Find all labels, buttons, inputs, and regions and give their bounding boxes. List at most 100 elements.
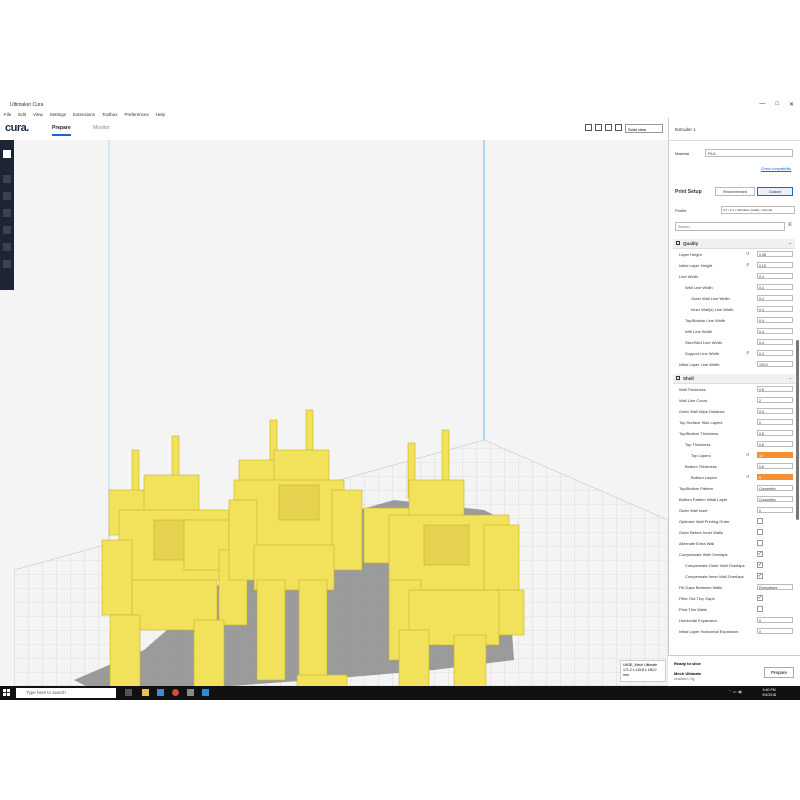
setting-value-field[interactable]: 0.8 <box>757 430 793 436</box>
profile-select[interactable]: 0.1 • 0.1 • Ultimaker Quality • Normal <box>721 206 795 214</box>
settings-scrollbar[interactable] <box>796 340 799 520</box>
setting-value-field[interactable]: 0.4 <box>757 306 793 312</box>
menu-toolbox[interactable]: Toolbox <box>102 112 118 117</box>
setting-label: Print Thin Walls <box>679 607 707 612</box>
setting-row: Initial Layer Horizontal Expansion 0 <box>669 627 795 636</box>
setting-value-field[interactable]: 0 <box>757 617 793 623</box>
setting-row: Fill Gaps Between Walls Everywhere <box>669 583 795 592</box>
setting-row: Top/Bottom Line Width 0.4 <box>669 316 795 325</box>
setting-value-field[interactable]: 0.4 <box>757 339 793 345</box>
setting-checkbox[interactable] <box>757 529 763 535</box>
menu-extensions[interactable]: Extensions <box>73 112 95 117</box>
edge-icon[interactable] <box>157 689 164 696</box>
support-blocker-icon[interactable] <box>3 260 11 268</box>
setting-value-field[interactable]: 2 <box>757 397 793 403</box>
reset-icon[interactable]: ↺ <box>746 452 749 457</box>
system-tray-icons[interactable]: ⌃ ▭ ◀) <box>728 689 742 694</box>
settings-search-input[interactable]: Search... <box>675 222 785 231</box>
recommended-button[interactable]: Recommended <box>715 187 755 196</box>
setting-value-field[interactable]: 0.8 <box>757 463 793 469</box>
reset-icon[interactable]: ↺ <box>746 350 749 355</box>
menu-preferences[interactable]: Preferences <box>125 112 149 117</box>
setting-checkbox[interactable]: ✓ <box>757 551 763 557</box>
taskbar-clock[interactable]: 5:40 PM 9/4/2018 <box>762 688 776 697</box>
windows-start-icon[interactable] <box>3 689 10 696</box>
task-view-icon[interactable] <box>125 689 132 696</box>
setting-value-field[interactable]: 0.4 <box>757 317 793 323</box>
custom-button[interactable]: Custom <box>757 187 793 196</box>
setting-label: Layer Height <box>679 252 702 257</box>
quality-section-header[interactable]: Quality ⌄ <box>673 239 795 249</box>
move-tool-icon[interactable] <box>3 175 11 183</box>
setting-value-field[interactable]: 0.0 <box>757 408 793 414</box>
reset-icon[interactable]: ↺ <box>746 251 749 256</box>
tab-prepare[interactable]: Prepare <box>52 125 71 136</box>
per-model-settings-icon[interactable] <box>3 243 11 251</box>
settings-menu-icon[interactable]: ≡ <box>788 222 792 228</box>
prepare-button[interactable]: Prepare <box>764 667 794 678</box>
setting-value-field[interactable]: 10 <box>757 452 793 458</box>
setting-checkbox[interactable]: ✓ <box>757 573 763 579</box>
view-top-icon[interactable] <box>605 124 612 131</box>
chevron-icon: ⌄ <box>788 375 792 380</box>
view-mode-select[interactable]: Solid view <box>625 124 663 133</box>
view-3d-icon[interactable] <box>585 124 592 131</box>
scale-tool-icon[interactable] <box>3 192 11 200</box>
setting-value-field[interactable]: 0 <box>757 507 793 513</box>
mirror-tool-icon[interactable] <box>3 226 11 234</box>
setting-value-field[interactable]: 100.0 <box>757 361 793 367</box>
setting-checkbox[interactable]: ✓ <box>757 595 763 601</box>
setting-value-field[interactable]: 0.4 <box>757 295 793 301</box>
setting-value-field[interactable]: 0 <box>757 628 793 634</box>
setting-value-field[interactable]: Concentric <box>757 485 793 491</box>
file-explorer-icon[interactable] <box>142 689 149 696</box>
minimize-button[interactable]: — <box>759 101 765 108</box>
material-select[interactable]: PLA <box>705 149 793 157</box>
setting-checkbox[interactable] <box>757 606 763 612</box>
maximize-button[interactable]: □ <box>775 101 779 108</box>
setting-value-field[interactable]: 0.4 <box>757 328 793 334</box>
setting-value-field[interactable]: 0.15 <box>757 262 793 268</box>
rotate-tool-icon[interactable] <box>3 209 11 217</box>
setting-value-field[interactable]: 8 <box>757 474 793 480</box>
store-icon[interactable] <box>187 689 194 696</box>
setting-label: Infill Line Width <box>685 329 713 334</box>
setting-value-field[interactable]: 0.08 <box>757 251 793 257</box>
taskbar-search-input[interactable]: Type here to search <box>16 688 116 698</box>
setting-value-field[interactable]: 0.4 <box>757 284 793 290</box>
setting-value-field[interactable]: 0.8 <box>757 386 793 392</box>
setting-value-field[interactable]: 0.4 <box>757 350 793 356</box>
setting-checkbox[interactable]: ✓ <box>757 562 763 568</box>
setting-checkbox[interactable] <box>757 518 763 524</box>
extruder-tab[interactable]: Extruder 1 <box>675 127 696 132</box>
tab-monitor[interactable]: Monitor <box>93 125 110 131</box>
cura-taskbar-icon[interactable] <box>202 689 209 696</box>
compatibility-link[interactable]: Check compatibility <box>761 167 791 171</box>
close-button[interactable]: ✕ <box>789 101 794 108</box>
setting-value-field[interactable]: 0 <box>757 419 793 425</box>
setting-value-field[interactable]: Everywhere <box>757 584 793 590</box>
open-file-icon[interactable] <box>3 150 11 158</box>
view-front-icon[interactable] <box>595 124 602 131</box>
reset-icon[interactable]: ↺ <box>746 262 749 267</box>
view-left-icon[interactable] <box>615 124 622 131</box>
reset-icon[interactable]: ↺ <box>746 474 749 479</box>
shell-section-header[interactable]: Shell ⌄ <box>673 374 795 384</box>
menu-edit[interactable]: Edit <box>18 112 26 117</box>
menu-file[interactable]: File <box>4 112 11 117</box>
setting-value-field[interactable]: Concentric <box>757 496 793 502</box>
3d-viewport[interactable] <box>13 140 669 700</box>
menu-view[interactable]: View <box>33 112 43 117</box>
setting-label: Top Layers <box>691 453 711 458</box>
menu-help[interactable]: Help <box>156 112 165 117</box>
setting-checkbox[interactable] <box>757 540 763 546</box>
setting-row: Line Width 0.4 <box>669 272 795 281</box>
model-estimate: Unsliced • 0g <box>674 677 695 681</box>
setting-label: Top/Bottom Pattern <box>679 486 714 491</box>
setting-label: Support Line Width <box>685 351 720 356</box>
chrome-icon[interactable] <box>172 689 179 696</box>
menu-settings[interactable]: Settings <box>50 112 66 117</box>
setting-row: Print Thin Walls <box>669 605 795 614</box>
setting-value-field[interactable]: 0.8 <box>757 441 793 447</box>
setting-value-field[interactable]: 0.4 <box>757 273 793 279</box>
